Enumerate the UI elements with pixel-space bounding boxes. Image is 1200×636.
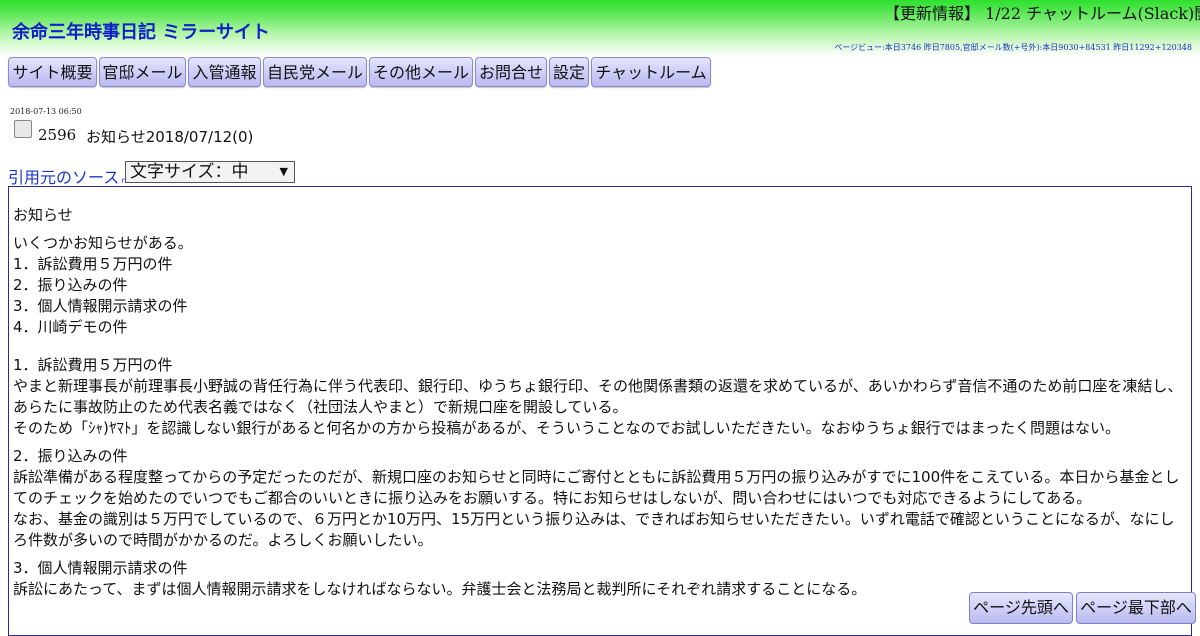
article-line: 1．訴訟費用５万円の件: [13, 356, 173, 374]
nav-immigration-report-button[interactable]: 入管通報: [188, 57, 261, 87]
post-number: 2596: [38, 126, 77, 144]
pageview-counter: ページビュー:本日3746 昨日7805,官邸メール数(+号外):本日9030+…: [834, 43, 1192, 52]
nav-contact-button[interactable]: お問合せ: [475, 57, 547, 87]
source-link-label[interactable]: 引用元のソース: [8, 168, 119, 187]
article-line: 3．個人情報開示請求の件: [13, 559, 188, 577]
article-line: 4．川崎デモの件: [13, 318, 128, 336]
nav-other-mail-button[interactable]: その他メール: [369, 57, 473, 87]
nav-settings-button[interactable]: 設定: [549, 57, 589, 87]
post-datetime: 2018-07-13 06:50: [10, 107, 82, 116]
nav-site-overview-button[interactable]: サイト概要: [8, 57, 97, 87]
article-line: 訴訟にあたって、まずは個人情報開示請求をしなければならない。弁護士会と法務局と裁…: [13, 580, 867, 598]
article-paragraph: 1．訴訟費用５万円の件やまと新理事長が前理事長小野誠の背任行為に伴う代表印、銀行…: [13, 355, 1187, 439]
update-ticker[interactable]: 【更新情報】 1/22 チャットルーム(Slack)開設: [884, 0, 1200, 24]
article-line: なお、基金の識別は５万円でしているので、６万円とか10万円、15万円という振り込…: [13, 510, 1175, 549]
post-title: お知らせ2018/07/12(0): [86, 128, 254, 146]
article-paragraph: いくつかお知らせがある。 1．訴訟費用５万円の件 2．振り込みの件 3．個人情報開示請…: [13, 233, 1187, 338]
article-paragraph: お知らせ: [13, 205, 1187, 226]
article-paragraph: [13, 345, 1187, 348]
article-line: やまと新理事長が前理事長小野誠の背任行為に伴う代表印、銀行印、ゆうちょ銀行印、そ…: [13, 377, 1183, 416]
source-link[interactable]: 引用元のソースｒ: [8, 164, 127, 188]
article-paragraph: 2．振り込みの件訴訟準備がある程度整ってからの予定だったのだが、新規口座のお知ら…: [13, 446, 1187, 551]
font-size-selected-value: 文字サイズ：中: [130, 162, 249, 182]
article-line: 1．訴訟費用５万円の件: [13, 255, 173, 273]
article-content: お知らせいくつかお知らせがある。 1．訴訟費用５万円の件 2．振り込みの件 3．個人情…: [8, 186, 1192, 636]
article-line: 2．振り込みの件: [13, 276, 128, 294]
scroll-to-top-button[interactable]: ページ先頭へ: [969, 592, 1073, 624]
article-line: 訴訟準備がある程度整ってからの予定だったのだが、新規口座のお知らせと同時にご寄付…: [13, 468, 1180, 507]
dropdown-arrow-icon: ▼: [279, 165, 288, 178]
scroll-to-bottom-button[interactable]: ページ最下部へ: [1076, 592, 1196, 624]
post-checkbox[interactable]: [14, 120, 32, 138]
nav-ldp-mail-button[interactable]: 自民党メール: [263, 57, 367, 87]
font-size-select[interactable]: 文字サイズ：中 ▼: [125, 161, 295, 183]
article-line: 2．振り込みの件: [13, 447, 128, 465]
article-line: 3．個人情報開示請求の件: [13, 297, 188, 315]
article-line: そのため「ｼｬ)ﾔﾏﾄ」を認識しない銀行があると何名かの方から投稿があるが、そう…: [13, 419, 1121, 437]
site-title[interactable]: 余命三年時事日記 ミラーサイト: [12, 18, 270, 44]
article-line: お知らせ: [13, 206, 73, 224]
site-header: 余命三年時事日記 ミラーサイト 【更新情報】 1/22 チャットルーム(Slac…: [0, 0, 1200, 56]
nav-kantei-mail-button[interactable]: 官邸メール: [99, 57, 186, 87]
article-body: お知らせいくつかお知らせがある。 1．訴訟費用５万円の件 2．振り込みの件 3．個人情…: [9, 187, 1191, 600]
article-line: いくつかお知らせがある。: [13, 234, 193, 252]
nav-chatroom-button[interactable]: チャットルーム: [591, 57, 711, 87]
